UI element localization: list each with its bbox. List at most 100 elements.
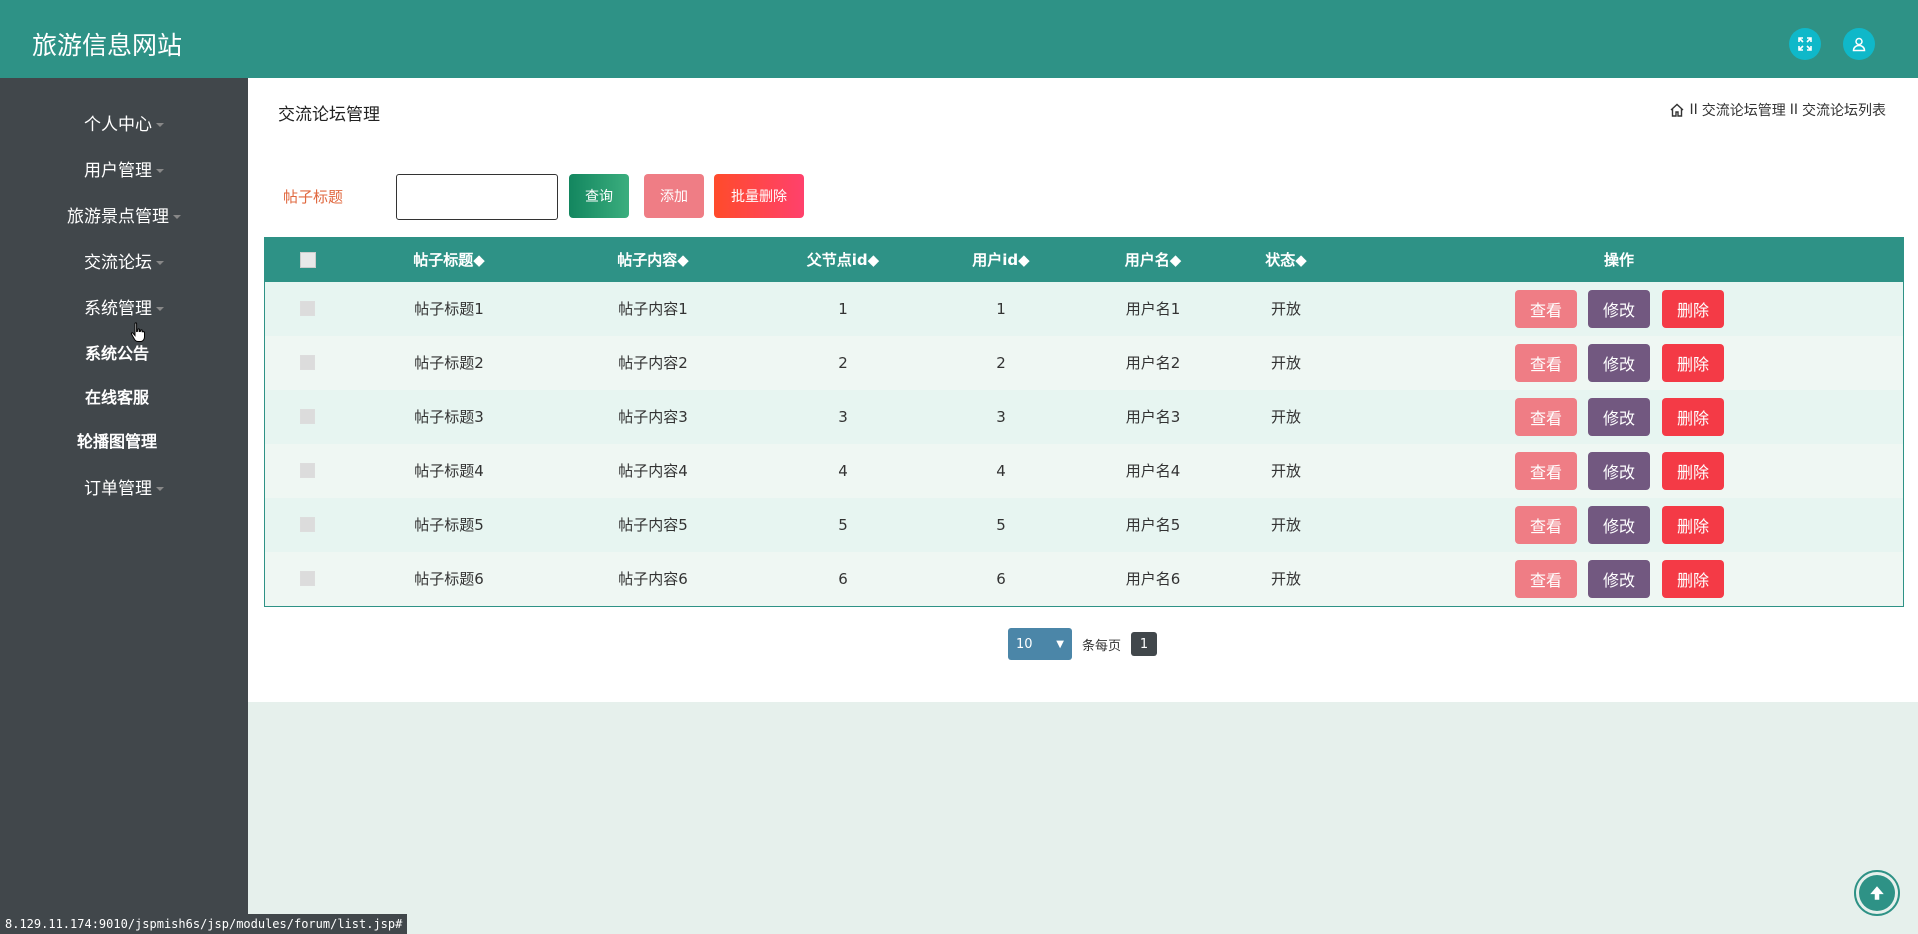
query-button[interactable]: 查询 bbox=[569, 174, 629, 218]
user-icon bbox=[1852, 37, 1866, 52]
sidebar-item-label: 个人中心 bbox=[84, 115, 152, 135]
sidebar-item-label: 订单管理 bbox=[84, 479, 152, 499]
row-checkbox[interactable] bbox=[300, 355, 315, 370]
sidebar-item-user-management[interactable]: 用户管理 bbox=[0, 156, 248, 181]
cell-username: 用户名3 bbox=[1125, 408, 1181, 426]
user-button[interactable] bbox=[1843, 28, 1875, 60]
cell-username: 用户名1 bbox=[1125, 300, 1181, 318]
select-all-checkbox[interactable] bbox=[300, 252, 316, 268]
sidebar-subitem-carousel[interactable]: 轮播图管理 bbox=[0, 428, 234, 452]
cell-content: 帖子内容2 bbox=[618, 354, 688, 372]
sidebar-item-forum[interactable]: 交流论坛 bbox=[0, 248, 248, 273]
breadcrumb-forum-list: 交流论坛列表 bbox=[1802, 103, 1886, 119]
view-button[interactable]: 查看 bbox=[1515, 452, 1577, 490]
table-row: 帖子标题6 帖子内容6 6 6 用户名6 开放 查看 修改 删除 bbox=[265, 552, 1903, 606]
sidebar-subitem-customer-service[interactable]: 在线客服 bbox=[0, 384, 234, 408]
cell-status: 开放 bbox=[1270, 354, 1302, 372]
table-row: 帖子标题2 帖子内容2 2 2 用户名2 开放 查看 修改 删除 bbox=[265, 336, 1903, 390]
view-button[interactable]: 查看 bbox=[1515, 290, 1577, 328]
row-checkbox[interactable] bbox=[300, 517, 315, 532]
cell-title: 帖子标题5 bbox=[414, 516, 484, 534]
cell-status: 开放 bbox=[1270, 300, 1302, 318]
chevron-down-icon bbox=[156, 261, 164, 265]
cell-user-id: 3 bbox=[996, 408, 1006, 426]
edit-button[interactable]: 修改 bbox=[1588, 506, 1650, 544]
chevron-down-icon bbox=[156, 123, 164, 127]
row-checkbox[interactable] bbox=[300, 409, 315, 424]
edit-button[interactable]: 修改 bbox=[1588, 452, 1650, 490]
cell-parent-id: 3 bbox=[838, 408, 848, 426]
chevron-down-icon bbox=[156, 307, 164, 311]
delete-button[interactable]: 删除 bbox=[1662, 452, 1724, 490]
chevron-down-icon bbox=[173, 215, 181, 219]
column-header-content[interactable]: 帖子内容◆ bbox=[617, 238, 689, 282]
delete-button[interactable]: 删除 bbox=[1662, 560, 1724, 598]
sidebar-item-personal-center[interactable]: 个人中心 bbox=[0, 110, 248, 135]
cell-content: 帖子内容5 bbox=[618, 516, 688, 534]
batch-delete-button[interactable]: 批量删除 bbox=[714, 174, 804, 218]
search-label: 帖子标题 bbox=[283, 188, 344, 206]
hand-cursor-icon bbox=[130, 322, 145, 342]
cell-status: 开放 bbox=[1270, 408, 1302, 426]
column-header-status[interactable]: 状态◆ bbox=[1265, 238, 1307, 282]
view-button[interactable]: 查看 bbox=[1515, 506, 1577, 544]
chevron-down-icon bbox=[156, 487, 164, 491]
cell-username: 用户名4 bbox=[1125, 462, 1181, 480]
table-row: 帖子标题4 帖子内容4 4 4 用户名4 开放 查看 修改 删除 bbox=[265, 444, 1903, 498]
cell-content: 帖子内容4 bbox=[618, 462, 688, 480]
view-button[interactable]: 查看 bbox=[1515, 344, 1577, 382]
column-header-actions: 操作 bbox=[1603, 251, 1635, 269]
edit-button[interactable]: 修改 bbox=[1588, 344, 1650, 382]
row-checkbox[interactable] bbox=[300, 571, 315, 586]
cell-parent-id: 5 bbox=[838, 516, 848, 534]
back-to-top-button[interactable] bbox=[1854, 870, 1900, 916]
edit-button[interactable]: 修改 bbox=[1588, 560, 1650, 598]
sidebar-item-label: 旅游景点管理 bbox=[67, 207, 169, 227]
breadcrumb: II 交流论坛管理 II 交流论坛列表 bbox=[1669, 100, 1886, 120]
table-row: 帖子标题5 帖子内容5 5 5 用户名5 开放 查看 修改 删除 bbox=[265, 498, 1903, 552]
sidebar-item-label: 交流论坛 bbox=[84, 253, 152, 273]
sidebar-item-system-management[interactable]: 系统管理 bbox=[0, 294, 248, 319]
column-header-parent-id[interactable]: 父节点id◆ bbox=[807, 238, 879, 282]
delete-button[interactable]: 删除 bbox=[1662, 506, 1724, 544]
delete-button[interactable]: 删除 bbox=[1662, 398, 1724, 436]
sidebar-subitem-announcement[interactable]: 系统公告 bbox=[0, 340, 234, 364]
column-header-title[interactable]: 帖子标题◆ bbox=[413, 238, 485, 282]
search-input[interactable] bbox=[396, 174, 558, 220]
cell-status: 开放 bbox=[1270, 462, 1302, 480]
row-checkbox[interactable] bbox=[300, 463, 315, 478]
delete-button[interactable]: 删除 bbox=[1662, 290, 1724, 328]
cell-username: 用户名2 bbox=[1125, 354, 1181, 372]
sidebar: 个人中心 用户管理 旅游景点管理 交流论坛 系统管理 系统公告 在线客服 轮播图… bbox=[0, 78, 248, 934]
cell-user-id: 4 bbox=[996, 462, 1006, 480]
column-header-username[interactable]: 用户名◆ bbox=[1125, 238, 1182, 282]
cell-title: 帖子标题2 bbox=[414, 354, 484, 372]
cell-parent-id: 2 bbox=[838, 354, 848, 372]
delete-button[interactable]: 删除 bbox=[1662, 344, 1724, 382]
table-header: 帖子标题◆ 帖子内容◆ 父节点id◆ 用户id◆ 用户名◆ 状态◆ 操作 bbox=[265, 238, 1903, 282]
chevron-down-icon: ▼ bbox=[1056, 638, 1064, 650]
cell-user-id: 5 bbox=[996, 516, 1006, 534]
sidebar-item-order-management[interactable]: 订单管理 bbox=[0, 474, 248, 499]
sidebar-item-label: 系统管理 bbox=[84, 299, 152, 319]
edit-button[interactable]: 修改 bbox=[1588, 398, 1650, 436]
cell-user-id: 6 bbox=[996, 570, 1006, 588]
row-checkbox[interactable] bbox=[300, 301, 315, 316]
edit-button[interactable]: 修改 bbox=[1588, 290, 1650, 328]
cell-title: 帖子标题1 bbox=[414, 300, 484, 318]
sidebar-item-attraction-management[interactable]: 旅游景点管理 bbox=[0, 202, 248, 227]
view-button[interactable]: 查看 bbox=[1515, 560, 1577, 598]
home-icon[interactable] bbox=[1669, 102, 1685, 118]
cell-parent-id: 1 bbox=[838, 300, 848, 318]
add-button[interactable]: 添加 bbox=[644, 174, 704, 218]
view-button[interactable]: 查看 bbox=[1515, 398, 1577, 436]
breadcrumb-forum-management[interactable]: 交流论坛管理 bbox=[1702, 100, 1786, 120]
page-number-current[interactable]: 1 bbox=[1131, 632, 1158, 656]
chevron-down-icon bbox=[156, 169, 164, 173]
cell-title: 帖子标题3 bbox=[414, 408, 484, 426]
main-panel: 交流论坛管理 II 交流论坛管理 II 交流论坛列表 帖子标题 查询 添加 批量… bbox=[248, 78, 1918, 702]
column-header-user-id[interactable]: 用户id◆ bbox=[972, 238, 1029, 282]
fullscreen-button[interactable] bbox=[1789, 28, 1821, 60]
page-size-select[interactable]: 10 ▼ bbox=[1008, 628, 1072, 660]
status-bar-url: 8.129.11.174:9010/jspmish6s/jsp/modules/… bbox=[0, 914, 408, 934]
